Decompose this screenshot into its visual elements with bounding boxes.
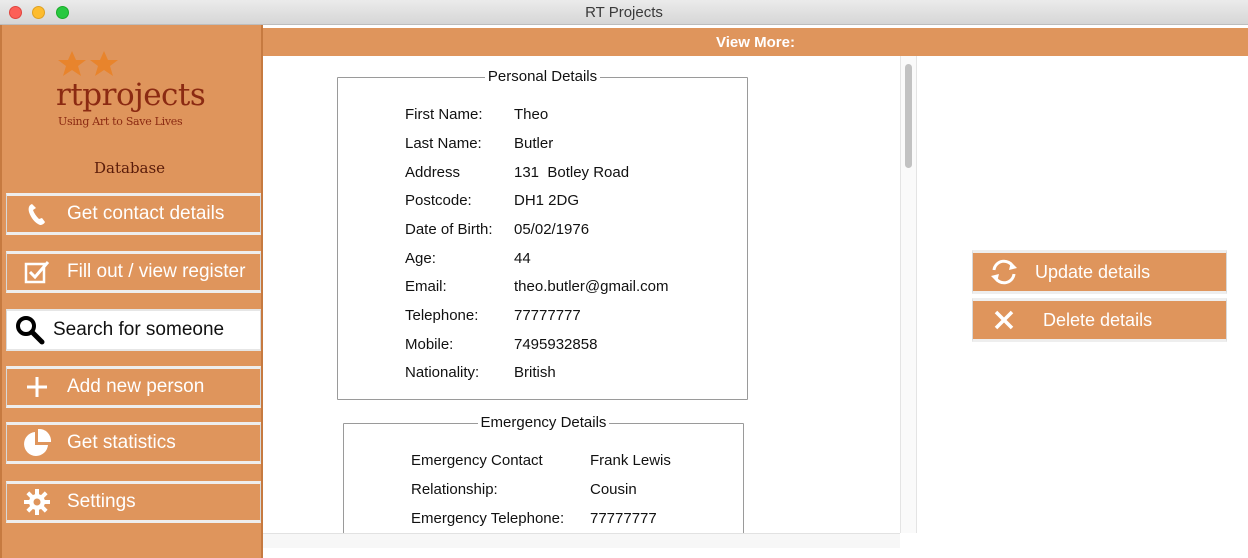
refresh-icon (973, 259, 1035, 285)
sidebar-item-get-contact-details[interactable]: Get contact details (6, 193, 261, 235)
field-value: 77777777 (514, 307, 581, 324)
emergency-details-title: Emergency Details (477, 414, 610, 431)
pie-chart-icon (7, 428, 67, 458)
gear-icon (7, 489, 67, 515)
field-label: Postcode: (405, 192, 472, 209)
scrollbar-thumb[interactable] (905, 64, 912, 168)
delete-details-label: Delete details (1043, 309, 1153, 330)
horizontal-scrollbar[interactable] (263, 533, 900, 548)
field-label: Emergency Telephone: (411, 510, 565, 527)
update-details-label: Update details (1035, 261, 1151, 282)
checkbox-icon (7, 260, 67, 284)
delete-details-button[interactable]: Delete details (972, 298, 1227, 342)
sidebar-item-label: Get statistics (67, 432, 176, 453)
field-label: Nationality: (405, 364, 480, 381)
field-label: Relationship: (411, 481, 498, 498)
field-value: Frank Lewis (590, 452, 671, 469)
view-more-header: View More: (263, 28, 1248, 56)
sidebar-item-label: Add new person (67, 376, 205, 397)
field-value: British (514, 364, 556, 381)
field-value: 77777777 (590, 510, 657, 527)
sidebar-item-label: Search for someone (53, 319, 225, 340)
personal-details-group: Personal Details First Name: Theo Last N… (337, 68, 748, 400)
emergency-details-group: Emergency Details Emergency Contact Fran… (343, 414, 744, 533)
sidebar-item-label: Get contact details (67, 203, 225, 224)
sidebar-item-label: Fill out / view register (67, 261, 246, 282)
field-label: Last Name: (405, 135, 482, 152)
sidebar-item-add-new-person[interactable]: Add new person (6, 366, 261, 408)
sidebar-item-register[interactable]: Fill out / view register (6, 251, 261, 293)
field-label: Age: (405, 250, 436, 267)
field-label: Emergency Contact (411, 452, 543, 469)
field-value: 7495932858 (514, 336, 598, 353)
plus-icon (7, 376, 67, 398)
field-label: Date of Birth: (405, 221, 493, 238)
field-value: theo.butler@gmail.com (514, 278, 669, 295)
field-label: Email: (405, 278, 447, 295)
sidebar-item-label: Settings (67, 491, 136, 512)
details-scroll-area[interactable]: Personal Details First Name: Theo Last N… (263, 56, 900, 533)
close-icon (973, 309, 1035, 331)
field-value: Theo (514, 106, 549, 123)
field-value: 44 (514, 250, 531, 267)
update-details-button[interactable]: Update details (972, 250, 1227, 294)
field-value: Butler (514, 135, 554, 152)
logo: rtprojects Using Art to Save Lives Datab… (52, 49, 222, 189)
sidebar-item-search[interactable]: Search for someone (6, 309, 261, 351)
vertical-scrollbar[interactable] (900, 56, 917, 533)
personal-details-title: Personal Details (484, 68, 601, 85)
logo-wordmark: rtprojects (56, 77, 206, 113)
field-value: DH1 2DG (514, 192, 580, 209)
field-value: 131 Botley Road (514, 164, 630, 181)
field-label: First Name: (405, 106, 483, 123)
field-value: 05/02/1976 (514, 221, 590, 238)
field-label: Telephone: (405, 307, 479, 324)
window-title: RT Projects (585, 4, 663, 21)
sidebar-item-settings[interactable]: Settings (6, 481, 261, 523)
logo-tagline: Using Art to Save Lives (58, 115, 183, 128)
logo-subtitle: Database (94, 159, 166, 177)
sidebar: rtprojects Using Art to Save Lives Datab… (0, 25, 263, 558)
field-value: Cousin (590, 481, 637, 498)
sidebar-item-get-statistics[interactable]: Get statistics (6, 422, 261, 464)
title-bar: RT Projects (0, 0, 1248, 25)
phone-icon (7, 202, 67, 226)
field-label: Mobile: (405, 336, 454, 353)
search-icon (7, 315, 53, 345)
stars-logo-icon (58, 51, 118, 76)
field-label: Address (405, 164, 461, 181)
